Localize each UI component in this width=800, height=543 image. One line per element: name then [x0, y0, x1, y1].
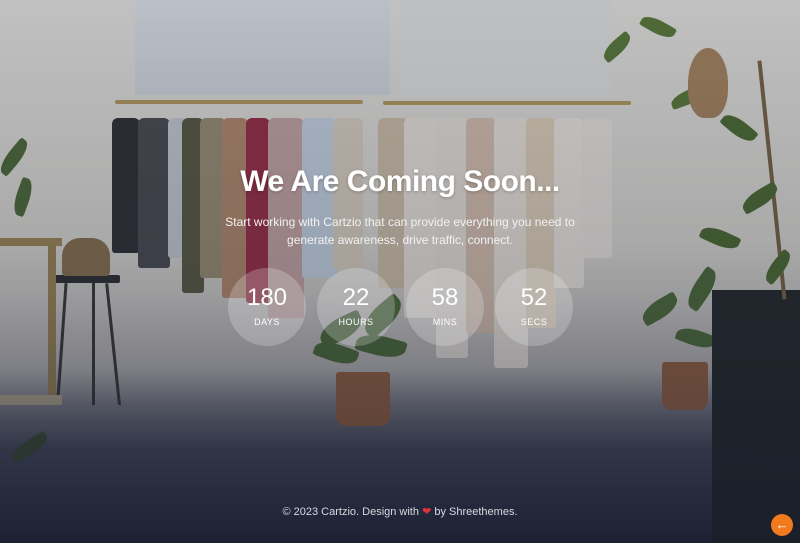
countdown-label: MINS	[432, 317, 458, 327]
page-description: Start working with Cartzio that can prov…	[200, 213, 600, 249]
countdown-secs: 52 SECS	[495, 268, 573, 346]
countdown-timer: 180 DAYS 22 HOURS 58 MINS 52 SECS	[228, 268, 573, 346]
footer-copyright: © 2023 Cartzio. Design with ❤ by Shreeth…	[0, 505, 800, 518]
countdown-value: 52	[520, 284, 548, 311]
description-line: generate awareness, drive traffic, conne…	[287, 233, 513, 247]
page-title: We Are Coming Soon...	[240, 165, 560, 198]
arrow-left-icon: ←	[775, 517, 789, 532]
countdown-mins: 58 MINS	[406, 268, 484, 346]
countdown-hours: 22 HOURS	[317, 268, 395, 346]
countdown-value: 22	[342, 284, 370, 311]
description-line: Start working with Cartzio that can prov…	[225, 215, 575, 229]
back-to-top-button[interactable]: ←	[771, 514, 793, 536]
countdown-label: SECS	[520, 317, 548, 327]
countdown-days: 180 DAYS	[228, 268, 306, 346]
heart-icon: ❤	[422, 506, 432, 518]
countdown-value: 180	[246, 284, 288, 311]
copyright-text: © 2023 Cartzio. Design with	[282, 506, 419, 518]
countdown-value: 58	[431, 284, 459, 311]
countdown-label: DAYS	[254, 317, 280, 327]
countdown-label: HOURS	[338, 317, 374, 327]
shreethemes-link[interactable]: by Shreethemes.	[434, 506, 517, 518]
